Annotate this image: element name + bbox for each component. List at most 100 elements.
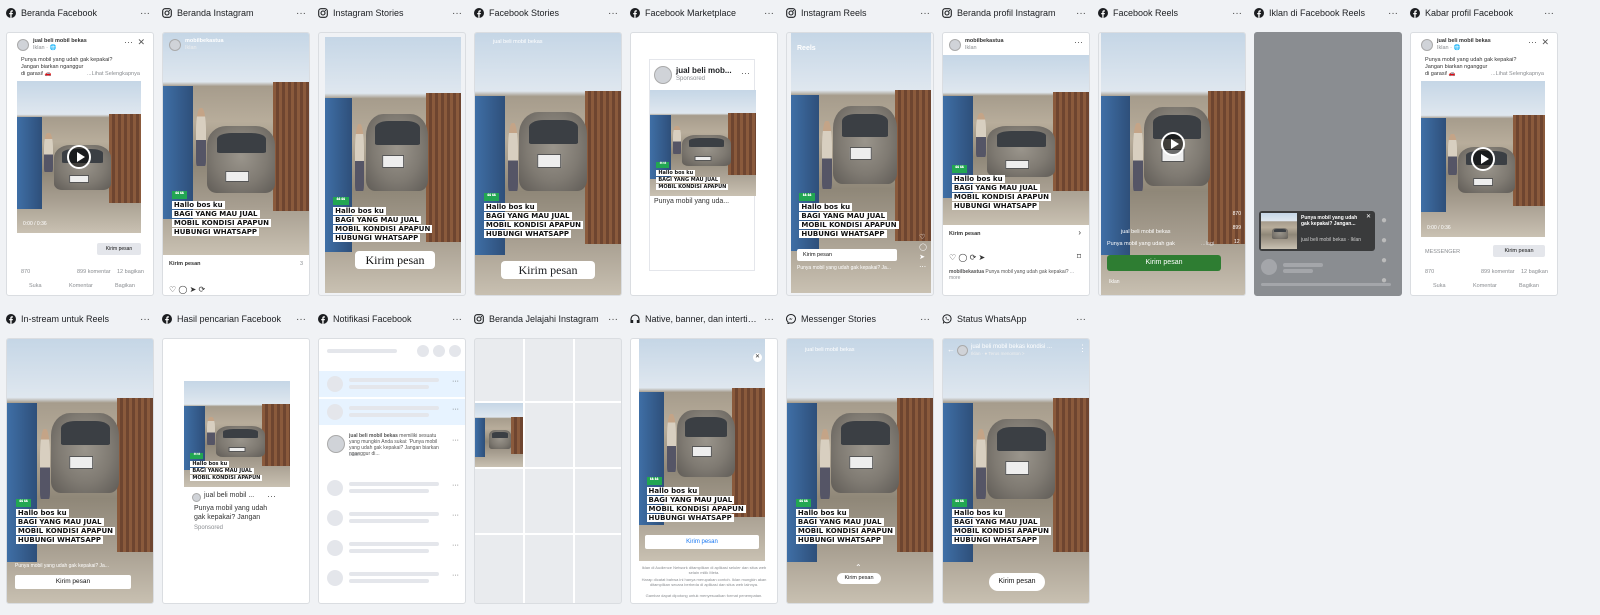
overlay-ad-card[interactable]: Punya mobil yang udah gak kepakai? Janga… bbox=[1259, 211, 1375, 251]
facebook-icon bbox=[630, 8, 640, 18]
chevron-right-icon[interactable]: › bbox=[1078, 229, 1081, 237]
close-icon[interactable]: ✕ bbox=[753, 353, 762, 362]
cta-link[interactable]: Kirim pesan bbox=[169, 261, 200, 268]
more-options-icon[interactable]: ··· bbox=[1070, 8, 1086, 19]
comment-button[interactable]: Komentar bbox=[1473, 283, 1497, 290]
ig-handle: mobilbekastua bbox=[965, 38, 1004, 44]
more-options-icon[interactable]: ··· bbox=[290, 8, 306, 19]
more-icon[interactable]: ··· bbox=[124, 37, 133, 47]
placement-tile[interactable]: Beranda Facebook ··· jual beli mobil bek… bbox=[0, 0, 154, 300]
text-overlay: ❝❝ Hallo bos ku BAGI YANG MAU JUAL MOBIL… bbox=[795, 498, 896, 544]
reel-actions[interactable]: ● ● ● ● bbox=[1381, 211, 1393, 291]
more-options-icon[interactable]: ··· bbox=[1382, 8, 1398, 19]
more-options-icon[interactable]: ··· bbox=[1538, 8, 1554, 19]
ad-thumbnail[interactable] bbox=[475, 403, 523, 467]
more-icon[interactable]: ··· bbox=[1074, 37, 1083, 47]
placement-tile[interactable]: In-stream untuk Reels ··· ❝❝ Hallo bos k… bbox=[0, 306, 154, 612]
more-icon[interactable]: ··· bbox=[1528, 37, 1537, 47]
close-icon[interactable]: ✕ bbox=[1541, 37, 1549, 48]
cta-button[interactable]: Kirim pesan bbox=[1493, 245, 1545, 257]
see-more-link[interactable]: ...lagi bbox=[1201, 241, 1214, 248]
placement-tile[interactable]: Status WhatsApp ··· ← jual beli mobil be… bbox=[936, 306, 1090, 612]
share-button[interactable]: Bagikan bbox=[115, 283, 135, 290]
share-button[interactable]: Bagikan bbox=[1519, 283, 1539, 290]
ad-preview-instagram-feed: mobilbekastua Iklan ❝❝ Hallo bos ku BAGI… bbox=[162, 32, 310, 296]
more-options-icon[interactable]: ··· bbox=[134, 314, 150, 325]
see-more-link[interactable]: ...Lihat Selengkapnya bbox=[1491, 71, 1544, 78]
cta-button[interactable]: Kirim pesan bbox=[1107, 255, 1221, 271]
placement-tile[interactable]: Native, banner, dan intertis… ··· ✕ ❝❝ H… bbox=[624, 306, 778, 612]
more-icon[interactable]: ··· bbox=[267, 491, 276, 501]
close-icon[interactable]: ✕ bbox=[137, 37, 145, 48]
notification-ad[interactable]: jual beli mobil bekas memiliki sesuatu y… bbox=[319, 431, 465, 465]
ad-video[interactable]: 0:00 / 0:36 bbox=[1421, 81, 1545, 237]
cta-button[interactable]: Kirim pesan bbox=[15, 575, 131, 589]
ad-body-line: Jangan biarkan nganggur bbox=[21, 64, 84, 70]
tile-title: Facebook Reels bbox=[1113, 8, 1179, 18]
placement-tile[interactable]: Beranda Instagram ··· mobilbekastua Ikla… bbox=[156, 0, 310, 300]
action-icons[interactable]: ♡ ◯ ➤ ⟳ bbox=[169, 285, 205, 294]
ad-video[interactable]: 0:00 / 0:36 bbox=[17, 81, 141, 233]
ad-preview-instagram-stories: ❝❝ Hallo bos ku BAGI YANG MAU JUAL MOBIL… bbox=[318, 32, 466, 296]
placement-tile[interactable]: Facebook Marketplace ··· jual beli mob..… bbox=[624, 0, 778, 300]
ad-body-line: di garasi! 🚗 bbox=[1425, 71, 1456, 77]
play-icon[interactable] bbox=[1471, 147, 1495, 171]
more-icon[interactable]: ⋮ bbox=[1078, 343, 1087, 354]
see-more-link[interactable]: ...Lihat Selengkapnya bbox=[87, 71, 140, 78]
more-options-icon[interactable]: ··· bbox=[914, 8, 930, 19]
play-icon[interactable] bbox=[1161, 131, 1185, 156]
tile-title: Beranda Facebook bbox=[21, 8, 98, 18]
avatar bbox=[17, 39, 29, 51]
facebook-icon bbox=[162, 314, 172, 324]
cta-button[interactable]: Kirim pesan bbox=[645, 535, 759, 549]
more-options-icon[interactable]: ··· bbox=[1226, 8, 1242, 19]
action-icons[interactable]: ♡ ◯ ⟳ ➤ bbox=[949, 253, 985, 262]
placement-tile[interactable]: Instagram Stories ··· ❝❝ Hallo bos ku BA… bbox=[312, 0, 466, 300]
back-arrow-icon[interactable]: ← bbox=[947, 345, 955, 354]
play-icon[interactable] bbox=[67, 145, 91, 169]
cta-button[interactable]: Kirim pesan bbox=[989, 573, 1045, 591]
more-options-icon[interactable]: ··· bbox=[446, 314, 462, 325]
placement-tile[interactable]: Iklan di Facebook Reels ··· Punya mobil … bbox=[1248, 0, 1402, 300]
placement-tile[interactable]: Beranda profil Instagram ··· mobilbekast… bbox=[936, 0, 1090, 300]
cta-link[interactable]: Kirim pesan bbox=[949, 231, 980, 238]
more-options-icon[interactable]: ··· bbox=[446, 8, 462, 19]
more-icon[interactable]: ··· bbox=[741, 68, 750, 78]
tile-title: Facebook Stories bbox=[489, 8, 560, 18]
placement-tile[interactable]: Instagram Reels ··· Reels ❝❝ Hallo bos k… bbox=[780, 0, 934, 300]
close-icon[interactable]: ✕ bbox=[1366, 214, 1371, 220]
more-options-icon[interactable]: ··· bbox=[758, 314, 774, 325]
placement-tile[interactable]: Beranda Jelajahi Instagram ··· bbox=[468, 306, 622, 612]
more-options-icon[interactable]: ··· bbox=[914, 314, 930, 325]
cta-button[interactable]: Kirim pesan bbox=[501, 261, 595, 279]
tile-title: In-stream untuk Reels bbox=[21, 314, 110, 324]
placement-tile[interactable]: Facebook Stories ··· jual beli mobil bek… bbox=[468, 0, 622, 300]
more-options-icon[interactable]: ··· bbox=[758, 8, 774, 19]
bookmark-icon[interactable]: ⌑ bbox=[1077, 253, 1081, 261]
placement-tile[interactable]: Notifikasi Facebook ··· ··· ··· jual bel… bbox=[312, 306, 466, 612]
page-name: jual beli mobil bekas bbox=[493, 39, 543, 45]
cta-button[interactable]: Kirim pesan bbox=[797, 249, 897, 261]
ad-preview-instagram-explore bbox=[474, 338, 622, 604]
tile-header: Facebook Stories ··· bbox=[474, 5, 618, 21]
more-options-icon[interactable]: ··· bbox=[1070, 314, 1086, 325]
like-button[interactable]: Suka bbox=[29, 283, 42, 290]
placement-tile[interactable]: Facebook Reels ··· jual beli mobil bekas… bbox=[1092, 0, 1246, 300]
ad-body-line: di garasi! 🚗 bbox=[21, 71, 52, 77]
reel-actions[interactable]: ♡ ◯ ➤ ⋯ bbox=[919, 233, 927, 273]
more-options-icon[interactable]: ··· bbox=[134, 8, 150, 19]
tile-header: Native, banner, dan intertis… ··· bbox=[630, 311, 774, 327]
cta-button[interactable]: Kirim pesan bbox=[355, 251, 435, 269]
more-options-icon[interactable]: ··· bbox=[602, 8, 618, 19]
cta-button[interactable]: Kirim pesan bbox=[837, 573, 881, 584]
chevron-up-icon[interactable]: ⌃ bbox=[855, 563, 862, 572]
page-name: jual beli mobil bekas bbox=[1121, 229, 1171, 235]
more-options-icon[interactable]: ··· bbox=[290, 314, 306, 325]
placement-tile[interactable]: Messenger Stories ··· jual beli mobil be… bbox=[780, 306, 934, 612]
placement-tile[interactable]: Hasil pencarian Facebook ··· ❝❝ Hallo bo… bbox=[156, 306, 310, 612]
like-button[interactable]: Suka bbox=[1433, 283, 1446, 290]
placement-tile[interactable]: Kabar profil Facebook ··· jual beli mobi… bbox=[1404, 0, 1558, 300]
cta-button[interactable]: Kirim pesan bbox=[97, 243, 141, 255]
comment-button[interactable]: Komentar bbox=[69, 283, 93, 290]
more-options-icon[interactable]: ··· bbox=[602, 314, 618, 325]
